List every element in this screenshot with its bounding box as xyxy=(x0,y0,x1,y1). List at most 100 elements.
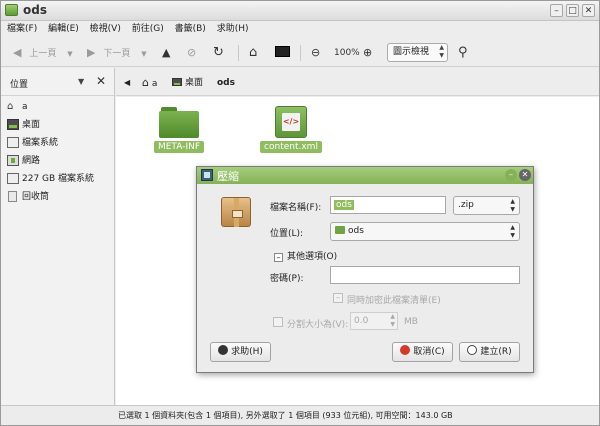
computer-button[interactable] xyxy=(275,46,290,57)
zoom-in-button[interactable]: ⊕ xyxy=(363,43,372,63)
dialog-minimize-button[interactable]: – xyxy=(505,169,517,181)
home-icon: ⌂ xyxy=(142,76,149,89)
sidebar-item-home[interactable]: ⌂ a xyxy=(1,98,114,116)
breadcrumb-desktop[interactable]: 桌面 xyxy=(172,75,203,91)
sidebar-item-label: 227 GB 檔案系統 xyxy=(22,174,95,184)
dialog-title-bar[interactable]: 壓縮 – ✕ xyxy=(197,167,533,184)
menu-help[interactable]: 求助(H) xyxy=(217,21,249,38)
cancel-button-label: 取消(C) xyxy=(413,347,445,357)
sidebar-item-trash[interactable]: 回收筒 xyxy=(1,188,114,206)
split-size-spinner[interactable]: 0.0 ▲ ▼ xyxy=(350,312,398,330)
arrow-left-icon: ◀ xyxy=(13,46,22,59)
menu-bar: 檔案(F) 編輯(E) 檢視(V) 前往(G) 書籤(B) 求助(H) xyxy=(1,21,599,38)
close-button[interactable]: ✕ xyxy=(582,4,595,17)
view-mode-select[interactable]: 圖示檢視 ▲ ▼ xyxy=(387,43,448,62)
menu-file[interactable]: 檔案(F) xyxy=(7,21,37,38)
sidebar-item-label: 回收筒 xyxy=(22,192,50,202)
collapse-icon: – xyxy=(274,253,283,262)
updown-arrows-icon: ▲ ▼ xyxy=(510,224,515,239)
filename-label: 檔案名稱(F): xyxy=(270,203,322,213)
breadcrumb-label: 桌面 xyxy=(185,78,204,88)
status-text: 已選取 1 個資料夾(包含 1 個項目), 另外選取了 1 個項目 (933 位… xyxy=(118,411,453,420)
side-pane-header: 位置 ▼ ✕ xyxy=(1,68,114,96)
trash-icon xyxy=(8,191,17,202)
file-item-meta-inf[interactable]: META-INF xyxy=(152,107,206,153)
home-icon: ⌂ xyxy=(249,45,258,60)
status-bar: 已選取 1 個資料夾(包含 1 個項目), 另外選取了 1 個項目 (933 位… xyxy=(1,405,599,425)
back-label: 上一頁 xyxy=(29,49,57,59)
split-checkbox[interactable] xyxy=(273,317,283,327)
dialog-close-button[interactable]: ✕ xyxy=(519,169,531,181)
forward-button[interactable]: ▶ 下一頁 ▼ xyxy=(87,43,147,63)
home-icon: ⌂ xyxy=(7,101,14,112)
filename-input[interactable]: ods xyxy=(330,196,446,214)
side-pane-close-icon[interactable]: ✕ xyxy=(96,74,106,88)
more-options-label: 其他選項(O) xyxy=(287,252,338,262)
zoom-out-icon: ⊖ xyxy=(311,46,321,59)
sidebar-item-network[interactable]: 網路 xyxy=(1,152,114,170)
home-button[interactable]: ⌂ xyxy=(249,43,257,63)
stop-button[interactable]: ⊘ xyxy=(187,43,196,63)
location-value: ods xyxy=(348,226,364,236)
menu-view[interactable]: 檢視(V) xyxy=(90,21,121,38)
menu-bookmarks[interactable]: 書籤(B) xyxy=(175,21,206,38)
split-label: 分割大小為(V): xyxy=(287,320,349,330)
filesystem-icon xyxy=(7,137,19,148)
desktop-icon xyxy=(172,78,182,86)
sidebar-item-filesystem[interactable]: 檔案系統 xyxy=(1,134,114,152)
split-unit: MB xyxy=(404,317,418,327)
breadcrumb-home[interactable]: ⌂ a xyxy=(142,75,157,91)
breadcrumb-label: a xyxy=(151,79,158,89)
create-button[interactable]: 建立(R) xyxy=(459,342,520,362)
forward-label: 下一頁 xyxy=(103,49,131,59)
toolbar-separator xyxy=(300,45,301,61)
side-pane-dropdown-icon[interactable]: ▼ xyxy=(78,77,84,86)
toolbar: ◀ 上一頁 ▼ ▶ 下一頁 ▼ ▲ ⊘ ↻ ⌂ ⊖ 100% ⊕ ⚲ xyxy=(1,39,599,67)
back-button[interactable]: ◀ 上一頁 ▼ xyxy=(13,43,73,63)
sidebar-item-desktop[interactable]: 桌面 xyxy=(1,116,114,134)
updown-arrows-icon: ▲ ▼ xyxy=(439,44,444,59)
minimize-button[interactable]: – xyxy=(550,4,563,17)
extension-value: .zip xyxy=(458,200,474,210)
window-title: ods xyxy=(23,3,47,17)
forward-history-dropdown-icon: ▼ xyxy=(141,50,147,58)
encrypt-list-checkbox[interactable]: – xyxy=(333,293,343,303)
compress-dialog: 壓縮 – ✕ 檔案名稱(F): ods .zip ▲ ▼ 位置(L): ods ▲… xyxy=(196,166,534,373)
help-icon xyxy=(218,345,229,355)
extension-select[interactable]: .zip ▲ ▼ xyxy=(453,196,520,215)
breadcrumb-current[interactable]: ods xyxy=(217,75,235,91)
reload-icon: ↻ xyxy=(213,45,224,60)
help-button[interactable]: 求助(H) xyxy=(210,342,271,362)
file-item-content-xml[interactable]: </> content.xml xyxy=(258,106,324,153)
sidebar-item-label: a xyxy=(22,102,28,112)
network-icon xyxy=(7,155,19,166)
filename-value: ods xyxy=(334,200,354,210)
help-button-label: 求助(H) xyxy=(231,347,263,357)
view-mode-value: 圖示檢視 xyxy=(393,47,430,57)
sidebar-item-drive[interactable]: 227 GB 檔案系統 xyxy=(1,170,114,188)
more-options-expander[interactable]: – 其他選項(O) xyxy=(274,249,337,262)
folder-icon xyxy=(335,226,345,234)
create-icon xyxy=(467,345,478,355)
title-bar[interactable]: ods – □ ✕ xyxy=(1,1,599,21)
search-button[interactable]: ⚲ xyxy=(458,43,468,63)
create-button-label: 建立(R) xyxy=(480,347,512,357)
path-bar: ◀ ⌂ a 桌面 ods xyxy=(116,68,599,96)
password-input[interactable] xyxy=(330,266,520,284)
maximize-button[interactable]: □ xyxy=(566,4,579,17)
cancel-button[interactable]: 取消(C) xyxy=(392,342,453,362)
side-pane-title: 位置 xyxy=(10,80,29,90)
zoom-out-button[interactable]: ⊖ xyxy=(311,43,320,63)
desktop-icon xyxy=(7,119,19,130)
location-label: 位置(L): xyxy=(270,229,304,239)
drive-icon xyxy=(7,173,19,184)
path-back-arrow-icon[interactable]: ◀ xyxy=(124,75,130,91)
menu-go[interactable]: 前往(G) xyxy=(132,21,164,38)
reload-button[interactable]: ↻ xyxy=(213,43,224,63)
xml-file-icon: </> xyxy=(275,106,307,138)
menu-edit[interactable]: 編輯(E) xyxy=(48,21,79,38)
password-label: 密碼(P): xyxy=(270,274,304,284)
location-select[interactable]: ods ▲ ▼ xyxy=(330,222,520,241)
cancel-icon xyxy=(400,345,411,355)
up-button[interactable]: ▲ xyxy=(162,43,170,63)
